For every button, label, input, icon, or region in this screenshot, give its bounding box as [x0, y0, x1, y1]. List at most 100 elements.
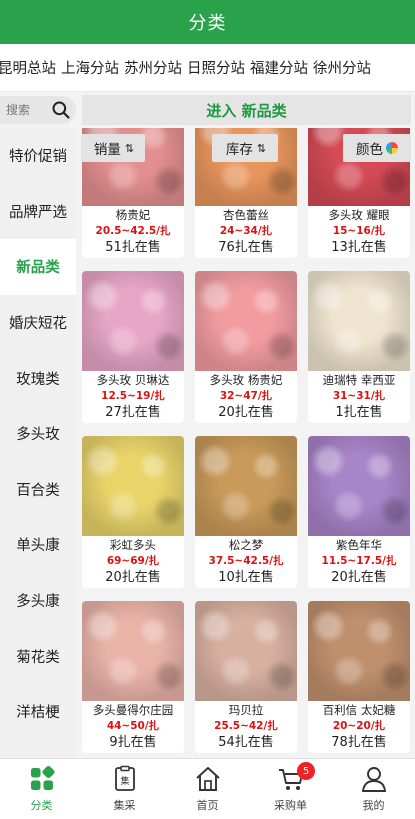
search-row: 进入 新品类: [0, 92, 415, 128]
tab-label: 首页: [196, 799, 219, 812]
category-icon: [30, 765, 55, 790]
product-price: 20~20/扎: [332, 720, 386, 732]
product-name: 紫色年华: [336, 538, 382, 552]
tab-profile[interactable]: 我的: [332, 759, 415, 819]
sidebar-item-active[interactable]: 新品类: [0, 239, 76, 295]
tab-label: 集采: [113, 799, 136, 812]
station-tab[interactable]: 日照分站: [187, 57, 250, 78]
product-stock-count: 76扎在售: [218, 240, 274, 255]
product-stock-count: 13扎在售: [331, 240, 387, 255]
tab-label: 我的: [362, 799, 385, 812]
tab-group-buy[interactable]: 集 集采: [83, 759, 166, 819]
sort-by-sales-button[interactable]: 销量 ⇅: [81, 134, 145, 162]
product-image[interactable]: [308, 436, 410, 536]
sidebar-item[interactable]: 多头玫: [0, 406, 76, 462]
product-stock-count: 20扎在售: [105, 570, 161, 585]
sidebar-item[interactable]: 玫瑰类: [0, 350, 76, 406]
product-image[interactable]: [82, 436, 184, 536]
product-stock-count: 10扎在售: [218, 570, 274, 585]
product-image[interactable]: [195, 436, 297, 536]
product-name: 多头曼得尔庄园: [92, 703, 174, 717]
product-price: 20.5~42.5/扎: [95, 225, 171, 237]
search-box[interactable]: [0, 96, 76, 124]
station-tab[interactable]: 苏州分站: [124, 57, 187, 78]
product-card[interactable]: 多头曼得尔庄园 44~50/扎 9扎在售: [82, 601, 184, 753]
sidebar-item[interactable]: 多头康: [0, 573, 76, 629]
product-stock-count: 20扎在售: [218, 405, 274, 420]
product-card[interactable]: 紫色年华 11.5~17.5/扎 20扎在售: [308, 436, 410, 588]
product-image[interactable]: [195, 601, 297, 701]
search-icon[interactable]: [51, 100, 71, 120]
product-area: 销量 ⇅ 库存 ⇅ 颜色 杨贵妃 20.5~42.5/扎 51扎在售 杏色蕾丝 24~34/…: [76, 128, 415, 758]
home-icon: [195, 767, 220, 791]
svg-text:集: 集: [120, 775, 129, 787]
sort-swap-icon: ⇅: [124, 141, 134, 155]
product-name: 杏色蕾丝: [223, 208, 269, 222]
product-price: 37.5~42.5/扎: [208, 555, 284, 567]
sidebar-item[interactable]: 单头康: [0, 517, 76, 573]
sort-sales-label: 销量: [93, 142, 121, 158]
product-name: 彩虹多头: [110, 538, 156, 552]
filter-color-button[interactable]: 颜色: [343, 134, 411, 162]
user-icon: [361, 767, 386, 792]
color-wheel-icon: [386, 142, 398, 154]
product-name: 多头玫 耀眼: [328, 208, 390, 222]
product-stock-count: 27扎在售: [105, 405, 161, 420]
product-card[interactable]: 迪瑞特 幸西亚 31~31/扎 1扎在售: [308, 271, 410, 423]
product-name: 松之梦: [228, 538, 264, 552]
enter-new-category-button[interactable]: 进入 新品类: [82, 95, 411, 125]
product-card[interactable]: 彩虹多头 69~69/扎 20扎在售: [82, 436, 184, 588]
product-image[interactable]: [82, 601, 184, 701]
product-stock-count: 51扎在售: [105, 240, 161, 255]
product-image[interactable]: [308, 271, 410, 371]
product-image[interactable]: [82, 271, 184, 371]
page-title: 分类: [188, 13, 227, 34]
product-price: 25.5~42/扎: [214, 720, 278, 732]
sidebar-item[interactable]: 百合类: [0, 462, 76, 518]
product-name: 百利信 太妃糖: [322, 703, 396, 717]
product-price: 15~16/扎: [332, 225, 386, 237]
station-tabs: 昆明总站 上海分站 苏州分站 日照分站 福建分站 徐州分站: [0, 44, 415, 92]
product-stock-count: 9扎在售: [109, 735, 157, 750]
product-price: 44~50/扎: [106, 720, 160, 732]
product-card[interactable]: 多头玫 杨贵妃 32~47/扎 20扎在售: [195, 271, 297, 423]
tab-label: 采购单: [274, 799, 307, 812]
product-card[interactable]: 百利信 太妃糖 20~20/扎 78扎在售: [308, 601, 410, 753]
product-price: 31~31/扎: [332, 390, 386, 402]
tab-cart[interactable]: 5 采购单: [249, 759, 332, 819]
product-stock-count: 78扎在售: [331, 735, 387, 750]
product-name: 迪瑞特 幸西亚: [322, 373, 396, 387]
sort-stock-label: 库存: [225, 142, 253, 158]
station-tab[interactable]: 徐州分站: [313, 57, 376, 78]
sidebar-item[interactable]: 品牌严选: [0, 184, 76, 240]
station-tab[interactable]: 福建分站: [250, 57, 313, 78]
top-header: 分类: [0, 0, 415, 44]
product-price: 12.5~19/扎: [101, 390, 165, 402]
product-stock-count: 1扎在售: [335, 405, 383, 420]
product-image[interactable]: [308, 601, 410, 701]
sidebar-item[interactable]: 菊花类: [0, 628, 76, 684]
sort-swap-icon: ⇅: [256, 141, 266, 155]
product-card[interactable]: 玛贝拉 25.5~42/扎 54扎在售: [195, 601, 297, 753]
tab-home[interactable]: 首页: [166, 759, 249, 819]
tab-category[interactable]: 分类: [0, 759, 83, 819]
sort-by-stock-button[interactable]: 库存 ⇅: [212, 134, 278, 162]
product-card[interactable]: 多头玫 贝琳达 12.5~19/扎 27扎在售: [82, 271, 184, 423]
sidebar-item[interactable]: 婚庆短花: [0, 295, 76, 351]
product-image[interactable]: [195, 271, 297, 371]
sort-bar: 销量 ⇅ 库存 ⇅ 颜色: [76, 128, 415, 166]
product-name: 玛贝拉: [228, 703, 264, 717]
station-tab[interactable]: 上海分站: [61, 57, 124, 78]
product-price: 11.5~17.5/扎: [321, 555, 397, 567]
station-tab[interactable]: 昆明总站: [0, 57, 61, 78]
bottom-tab-bar: 分类 集 集采 首页 5 采购单 我的: [0, 758, 415, 819]
cart-count-badge: 5: [297, 762, 315, 780]
product-name: 多头玫 贝琳达: [96, 373, 170, 387]
category-sidebar: 特价促销 品牌严选 新品类 婚庆短花 玫瑰类 多头玫 百合类 单头康 多头康 菊…: [0, 128, 76, 758]
search-input[interactable]: [6, 103, 52, 117]
product-name: 杨贵妃: [115, 208, 151, 222]
sidebar-item[interactable]: 特价促销: [0, 128, 76, 184]
product-card[interactable]: 松之梦 37.5~42.5/扎 10扎在售: [195, 436, 297, 588]
product-stock-count: 54扎在售: [218, 735, 274, 750]
sidebar-item[interactable]: 洋桔梗: [0, 684, 76, 740]
